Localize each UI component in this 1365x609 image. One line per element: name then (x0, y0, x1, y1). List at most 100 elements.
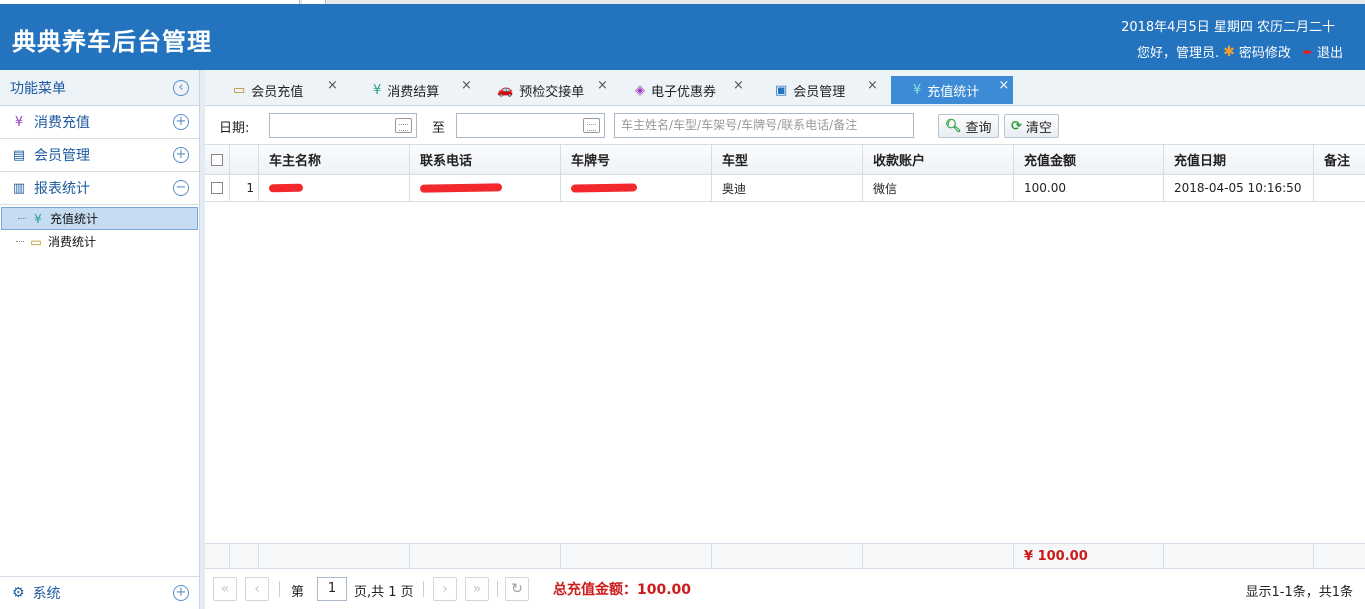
column-header[interactable]: 车主名称 (259, 145, 410, 174)
collapse-sidebar-icon[interactable]: ‹ (173, 79, 189, 96)
page-suffix: 页,共 1 页 (354, 585, 414, 600)
close-icon[interactable]: × (998, 78, 1009, 93)
search-input[interactable]: 车主姓名/车型/车架号/车牌号/联系电话/备注 (614, 113, 914, 138)
query-button[interactable]: 🔍︎ 查询 (938, 114, 999, 138)
tab-coupon[interactable]: ◈ 电子优惠券 × (635, 76, 744, 104)
expand-icon[interactable]: + (173, 585, 189, 601)
sidebar-item-consume-recharge[interactable]: ¥ 消费充值 + (0, 106, 199, 139)
report-tree: ¥ 充值统计 ▭ 消费统计 (0, 205, 199, 253)
close-icon[interactable]: × (327, 78, 338, 93)
refresh-page-button[interactable]: ↻ (505, 577, 529, 601)
calendar-icon[interactable] (395, 118, 412, 133)
tab-recharge-stats[interactable]: ¥ 充值统计 × (891, 76, 1014, 104)
tab-precheck[interactable]: 🚗 预检交接单 × (497, 76, 608, 104)
account-cell: 微信 (863, 175, 1014, 201)
expand-icon[interactable]: + (173, 147, 189, 163)
column-header[interactable]: 联系电话 (410, 145, 561, 174)
header-date: 2018年4月5日 星期四 农历二月二十 (1121, 20, 1335, 35)
gear-icon: ✱ (1223, 43, 1235, 60)
table-footer: ¥ 100.00 (205, 543, 1365, 569)
clear-button[interactable]: ⟳ 清空 (1004, 114, 1059, 138)
coupon-icon: ◈ (635, 82, 645, 98)
car-model-cell: 奥迪 (712, 175, 863, 201)
calendar-icon[interactable] (583, 118, 600, 133)
select-all-checkbox[interactable] (211, 153, 223, 166)
first-page-button[interactable]: « (213, 577, 237, 601)
yen-icon: ¥ (14, 114, 24, 130)
close-icon[interactable]: × (461, 78, 472, 93)
money-icon: ▭ (30, 234, 42, 249)
sidebar-item-member[interactable]: ▤ 会员管理 + (0, 139, 199, 172)
table-header: 车主名称 联系电话 车牌号 车型 收款账户 充值金额 充值日期 备注 (205, 145, 1365, 175)
tab-label: 会员管理 (793, 84, 846, 100)
main-panel: ▭ 会员充值 × ¥ 消费结算 × 🚗 预检交接单 × ◈ 电子优惠券 × ▣ … (205, 70, 1365, 609)
close-icon[interactable]: × (733, 78, 744, 93)
column-header[interactable]: 车型 (712, 145, 863, 174)
sidebar-item-system[interactable]: ⚙ 系统 + (0, 576, 199, 609)
refresh-icon: ⟳ (1011, 118, 1022, 134)
tab-label: 会员充值 (251, 84, 304, 100)
logout-icon: ➨ (1302, 44, 1313, 59)
sidebar-item-reports[interactable]: ▥ 报表统计 − (0, 172, 199, 205)
sidebar: 功能菜单 ‹ ¥ 消费充值 + ▤ 会员管理 + ▥ 报表统计 − ¥ 充值统计… (0, 70, 200, 609)
next-page-button[interactable]: › (433, 577, 457, 601)
list-icon: ▤ (12, 147, 26, 163)
to-label: 至 (432, 121, 446, 136)
footer-total: ¥ 100.00 (1014, 544, 1164, 568)
tab-member-recharge[interactable]: ▭ 会员充值 × (233, 76, 338, 104)
column-header[interactable]: 备注 (1314, 145, 1365, 174)
column-header[interactable]: 充值金额 (1014, 145, 1164, 174)
greeting-text: 您好，管理员. (1137, 46, 1220, 61)
amount-cell: 100.00 (1014, 175, 1164, 201)
tab-label: 预检交接单 (519, 84, 585, 100)
member-icon: ▣ (775, 82, 788, 98)
column-header[interactable]: 收款账户 (863, 145, 1014, 174)
pagination-bar: « ‹ 第 1 页,共 1 页 › » ↻ 总充值金额：100.00 显示1-1… (205, 568, 1365, 609)
logout-link[interactable]: 退出 (1317, 42, 1343, 61)
search-icon: 🔍︎ (945, 118, 962, 134)
start-date-input[interactable] (269, 113, 417, 138)
tab-bar: ▭ 会员充值 × ¥ 消费结算 × 🚗 预检交接单 × ◈ 电子优惠券 × ▣ … (205, 70, 1365, 106)
tree-item-consume-stats[interactable]: ▭ 消费统计 (0, 230, 199, 253)
expand-icon[interactable]: + (173, 114, 189, 130)
row-checkbox[interactable] (211, 182, 223, 194)
last-page-button[interactable]: » (465, 577, 489, 601)
car-icon: 🚗 (497, 82, 514, 98)
date-label: 日期: (219, 121, 250, 136)
column-header[interactable]: 充值日期 (1164, 145, 1314, 174)
app-header: 典典养车后台管理 2018年4月5日 星期四 农历二月二十 您好，管理员. ✱ … (0, 4, 1365, 70)
sidebar-item-label: 系统 (32, 586, 61, 602)
header-user-bar: 您好，管理员. ✱ 密码修改 ➨ 退出 (1137, 42, 1343, 62)
sidebar-item-label: 报表统计 (34, 181, 90, 197)
tab-label: 电子优惠券 (651, 84, 717, 100)
sidebar-title: 功能菜单 (10, 80, 66, 97)
filter-toolbar: 日期: 至 车主姓名/车型/车架号/车牌号/联系电话/备注 🔍︎ 查询 ⟳ 清空 (205, 106, 1365, 144)
collapse-icon[interactable]: − (173, 180, 189, 196)
close-icon[interactable]: × (867, 78, 878, 93)
total-recharge-amount: 总充值金额：100.00 (553, 582, 692, 598)
yen-icon: ¥ (373, 82, 382, 98)
note-cell (1314, 175, 1365, 201)
owner-name-redacted (259, 175, 410, 201)
sidebar-item-label: 会员管理 (34, 148, 90, 164)
plate-redacted (561, 175, 712, 201)
sidebar-item-label: 消费充值 (34, 115, 90, 131)
yen-icon: ¥ (913, 82, 922, 98)
app-title: 典典养车后台管理 (12, 28, 212, 56)
table-row[interactable]: 1 奥迪 微信 100.00 2018-04-05 10:16:50 (205, 175, 1365, 202)
prev-page-button[interactable]: ‹ (245, 577, 269, 601)
tree-item-recharge-stats[interactable]: ¥ 充值统计 (1, 207, 198, 230)
date-cell: 2018-04-05 10:16:50 (1164, 175, 1314, 201)
gear-icon: ⚙ (12, 585, 25, 601)
phone-redacted (410, 175, 561, 201)
column-header[interactable]: 车牌号 (561, 145, 712, 174)
tab-consume-settle[interactable]: ¥ 消费结算 × (373, 76, 472, 104)
row-number: 1 (230, 175, 259, 201)
close-icon[interactable]: × (597, 78, 608, 93)
bar-chart-icon: ▥ (12, 180, 26, 196)
change-password-link[interactable]: 密码修改 (1239, 42, 1291, 61)
tab-member-manage[interactable]: ▣ 会员管理 × (775, 76, 878, 104)
end-date-input[interactable] (456, 113, 605, 138)
page-input[interactable]: 1 (317, 577, 347, 601)
data-grid: 车主名称 联系电话 车牌号 车型 收款账户 充值金额 充值日期 备注 1 奥迪 … (205, 144, 1365, 569)
